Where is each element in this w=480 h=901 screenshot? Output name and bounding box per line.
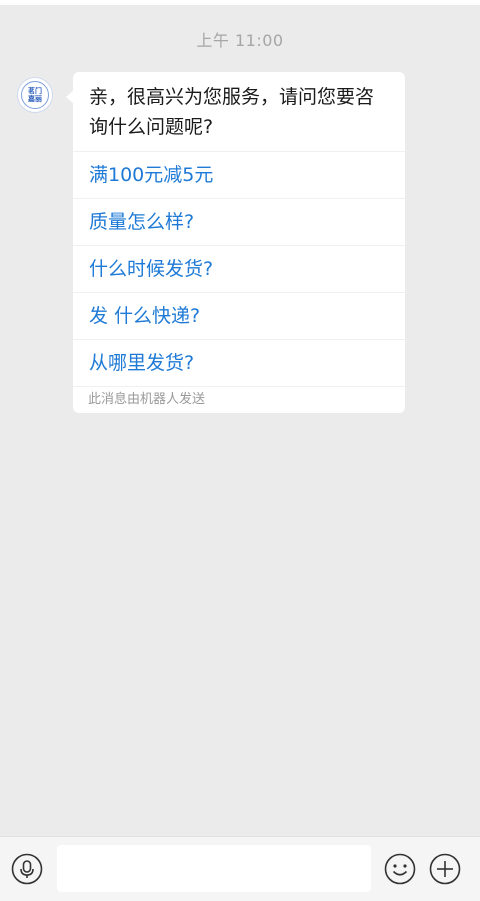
quick-reply-discount[interactable]: 满100元减5元 <box>73 151 405 198</box>
quick-reply-ship-from[interactable]: 从哪里发货? <box>73 339 405 386</box>
shop-logo-line1: 茗门 <box>28 87 42 95</box>
shop-logo-line2: 嘉丽 <box>28 95 42 103</box>
top-divider <box>0 0 480 5</box>
shop-logo: 茗门 嘉丽 <box>21 81 49 109</box>
quick-reply-ship-time[interactable]: 什么时候发货? <box>73 245 405 292</box>
voice-input-button[interactable] <box>11 853 43 885</box>
input-bar <box>0 836 480 901</box>
message-input[interactable] <box>57 845 371 892</box>
shop-avatar[interactable]: 茗门 嘉丽 <box>17 77 53 113</box>
more-actions-button[interactable] <box>429 853 461 885</box>
quick-reply-courier[interactable]: 发 什么快递? <box>73 292 405 339</box>
chat-screen: 上午 11:00 茗门 嘉丽 亲，很高兴为您服务，请问您要咨询什么问题呢? 满1… <box>0 0 480 901</box>
emoji-button[interactable] <box>384 853 416 885</box>
greeting-text: 亲，很高兴为您服务，请问您要咨询什么问题呢? <box>89 86 375 138</box>
plus-icon <box>429 853 461 885</box>
bot-sent-note: 此消息由机器人发送 <box>73 386 405 413</box>
smiley-icon <box>384 853 416 885</box>
message-timestamp: 上午 11:00 <box>196 31 284 50</box>
message-bubble: 亲，很高兴为您服务，请问您要咨询什么问题呢? 满100元减5元 质量怎么样? 什… <box>73 72 405 413</box>
quick-reply-quality[interactable]: 质量怎么样? <box>73 198 405 245</box>
microphone-icon <box>11 853 43 885</box>
